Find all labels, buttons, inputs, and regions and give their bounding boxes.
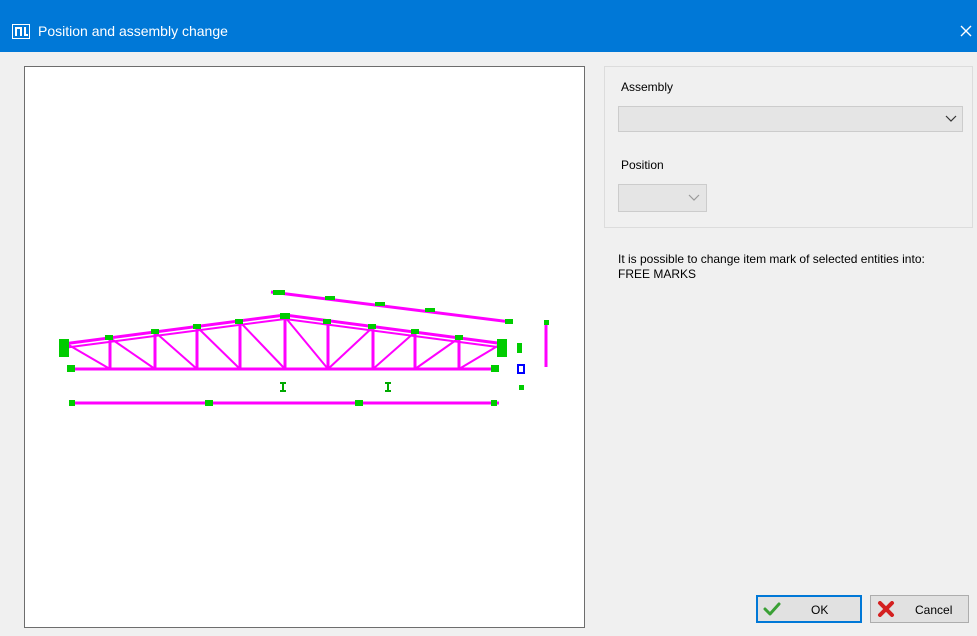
ok-label: OK (811, 603, 829, 617)
structure-app-icon (12, 24, 30, 39)
chevron-down-icon (945, 115, 957, 122)
info-line-2: FREE MARKS (618, 267, 697, 281)
window-title: Position and assembly change (38, 23, 228, 39)
info-line-1: It is possible to change item mark of se… (618, 252, 925, 266)
assembly-label: Assembly (621, 80, 674, 94)
chevron-down-icon (688, 194, 700, 201)
assembly-combobox[interactable] (618, 106, 963, 132)
check-icon (763, 602, 781, 616)
drawing-preview (24, 66, 585, 628)
red-x-icon (878, 601, 894, 617)
cancel-button[interactable]: Cancel (870, 595, 969, 623)
title-bar: Position and assembly change (0, 0, 977, 52)
ok-button[interactable]: OK (756, 595, 862, 623)
position-label: Position (621, 158, 664, 172)
cancel-label: Cancel (915, 603, 953, 617)
close-icon[interactable] (955, 20, 977, 42)
truss-drawing-preview (59, 290, 549, 406)
position-combobox[interactable] (618, 184, 707, 212)
info-message: It is possible to change item mark of se… (618, 252, 973, 282)
